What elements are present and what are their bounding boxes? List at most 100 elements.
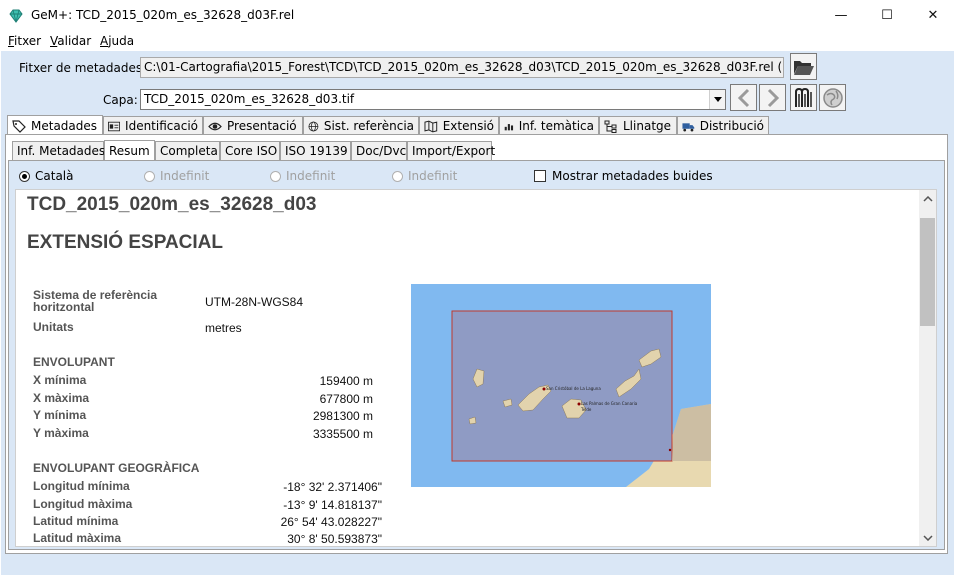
- units-label: Unitats: [33, 320, 74, 334]
- scroll-up-button[interactable]: [919, 190, 936, 207]
- menu-bar: Fitxer Validar Ajuda: [0, 31, 955, 51]
- canary-islands-map: San Cristóbal de La Laguna Las Palmas de…: [451, 310, 711, 487]
- y-max-label: Y màxima: [33, 426, 89, 440]
- minimize-button[interactable]: —: [818, 0, 864, 31]
- menu-fitxer[interactable]: Fitxer: [8, 34, 41, 48]
- language-radio-indefinit-1[interactable]: Indefinit: [144, 169, 209, 183]
- next-layer-button[interactable]: [759, 84, 786, 111]
- tab-inf-tematica-label: Inf. temàtica: [518, 119, 594, 133]
- folder-open-icon: [793, 60, 814, 75]
- y-max-value: 3335500 m: [312, 427, 373, 441]
- menu-validar-label: alidar: [57, 34, 92, 48]
- layer-select-value: TCD_2015_020m_es_32628_d03.tif: [144, 92, 355, 106]
- menu-validar[interactable]: Validar: [50, 34, 91, 48]
- maximize-button[interactable]: ☐: [864, 0, 910, 31]
- scroll-thumb[interactable]: [920, 218, 935, 326]
- globe-grid-icon: [308, 121, 319, 131]
- language-row: Català Indefinit Indefinit Indefinit Mos…: [9, 165, 939, 185]
- subtab-completa-label: Completa: [160, 144, 218, 158]
- tab-presentacio-label: Presentació: [227, 119, 297, 133]
- section-heading: EXTENSIÓ ESPACIAL: [27, 232, 224, 253]
- document-scrollbar[interactable]: [919, 190, 936, 546]
- lat-max-value: 30° 8' 50.593873": [287, 532, 382, 546]
- radio-icon: [392, 170, 403, 182]
- globe-icon: [822, 87, 843, 108]
- show-empty-checkbox[interactable]: Mostrar metadades buides: [534, 169, 713, 183]
- tab-llinatge[interactable]: Llinatge: [599, 116, 677, 135]
- subtab-resum[interactable]: Resum: [104, 140, 155, 161]
- summary-document: TCD_2015_020m_es_32628_d03 EXTENSIÓ ESPA…: [15, 189, 937, 547]
- tab-presentacio[interactable]: Presentació: [203, 116, 303, 135]
- layer-select[interactable]: TCD_2015_020m_es_32628_d03.tif: [140, 89, 726, 110]
- x-min-value: 159400 m: [319, 374, 373, 388]
- truck-icon: [682, 122, 695, 131]
- metadata-m-icon: [794, 87, 812, 107]
- subtab-inf-metadades[interactable]: Inf. Metadades: [12, 141, 105, 160]
- la-laguna-label: San Cristóbal de La Laguna: [546, 386, 601, 391]
- africa-coast-in-extent: [672, 404, 711, 461]
- subtab-iso-19139[interactable]: ISO 19139: [280, 141, 351, 160]
- chevron-left-icon: [737, 88, 749, 107]
- tab-metadades[interactable]: Metadades: [7, 115, 103, 136]
- lon-min-label: Longitud mínima: [33, 479, 130, 493]
- resum-panel: Català Indefinit Indefinit Indefinit Mos…: [8, 160, 945, 550]
- globe-button[interactable]: [819, 84, 846, 111]
- language-radio-indefinit-1-label: Indefinit: [160, 169, 210, 183]
- tab-sist-referencia[interactable]: Sist. referència: [303, 116, 419, 135]
- chevron-up-icon: [922, 195, 933, 202]
- eye-icon: [208, 122, 222, 130]
- subtab-doc-dvc-label: Doc/Dvc: [356, 144, 407, 158]
- lat-max-label: Latitud màxima: [33, 531, 122, 545]
- layer-label: Capa:: [103, 93, 138, 107]
- open-folder-button[interactable]: [790, 53, 817, 80]
- chevron-down-icon[interactable]: [709, 90, 725, 109]
- radio-selected-icon: [19, 170, 30, 182]
- chevron-right-icon: [767, 88, 779, 107]
- crs-value: UTM-28N-WGS84: [205, 295, 304, 309]
- tab-identificacio-label: Identificació: [125, 119, 198, 133]
- subtab-doc-dvc[interactable]: Doc/Dvc: [351, 141, 407, 160]
- document-title: TCD_2015_020m_es_32628_d03: [27, 194, 317, 215]
- scroll-down-button[interactable]: [919, 529, 936, 546]
- metadades-panel: Inf. Metadades Resum Completa Core ISO I…: [5, 134, 948, 554]
- language-radio-catala-label: Català: [35, 169, 74, 183]
- lat-min-value: 26° 54' 43.028227": [280, 515, 382, 529]
- tree-icon: [604, 120, 617, 133]
- tag-icon: [12, 119, 26, 133]
- lon-max-label: Longitud màxima: [33, 497, 133, 511]
- envelope-heading: ENVOLUPANT: [33, 355, 115, 369]
- tab-metadades-label: Metadades: [31, 119, 98, 133]
- subtab-core-iso[interactable]: Core ISO: [220, 141, 280, 160]
- file-path-field[interactable]: C:\01-Cartografia\2015_Forest\TCD\TCD_20…: [140, 57, 784, 78]
- menu-ajuda-mnemonic: A: [100, 34, 109, 48]
- checkbox-icon: [534, 170, 546, 182]
- menu-fitxer-label: itxer: [14, 34, 42, 48]
- tab-extensio[interactable]: Extensió: [419, 116, 499, 135]
- file-label: Fitxer de metadades:: [19, 61, 147, 75]
- language-radio-indefinit-2[interactable]: Indefinit: [270, 169, 335, 183]
- lon-max-value: -13° 9' 14.818137": [283, 498, 382, 512]
- app-body: Fitxer de metadades: C:\01-Cartografia\2…: [1, 51, 954, 575]
- language-radio-indefinit-3[interactable]: Indefinit: [392, 169, 457, 183]
- chevron-down-icon: [922, 534, 933, 541]
- x-max-value: 677800 m: [319, 392, 373, 406]
- tab-distribucio[interactable]: Distribució: [677, 116, 769, 135]
- tab-extensio-label: Extensió: [442, 119, 494, 133]
- id-card-icon: [108, 121, 121, 131]
- subtab-completa[interactable]: Completa: [155, 141, 220, 160]
- tab-distribucio-label: Distribució: [699, 119, 764, 133]
- subtab-resum-label: Resum: [109, 144, 150, 158]
- tab-identificacio[interactable]: Identificació: [103, 116, 203, 135]
- bar-chart-icon: [504, 123, 514, 130]
- subtab-iso-19139-label: ISO 19139: [285, 144, 348, 158]
- previous-layer-button[interactable]: [730, 84, 757, 111]
- subtab-import-export-label: Import/Export: [412, 144, 496, 158]
- radio-icon: [270, 170, 281, 182]
- menu-ajuda[interactable]: Ajuda: [100, 34, 134, 48]
- subtab-import-export[interactable]: Import/Export: [407, 141, 496, 160]
- language-radio-catala[interactable]: Català: [19, 169, 73, 183]
- lon-min-value: -18° 32' 2.371406": [283, 480, 382, 494]
- metadata-m-button[interactable]: [790, 84, 817, 111]
- close-button[interactable]: ✕: [910, 0, 955, 31]
- tab-inf-tematica[interactable]: Inf. temàtica: [499, 116, 599, 135]
